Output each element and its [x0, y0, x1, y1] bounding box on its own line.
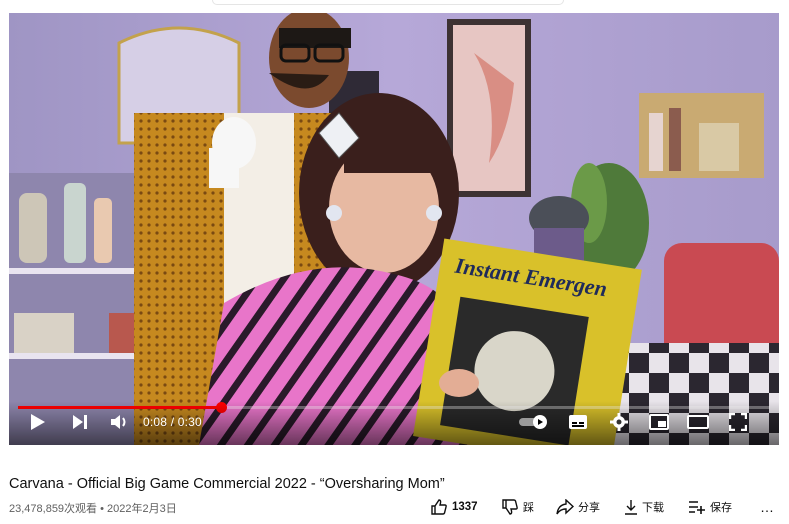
autoplay-toggle[interactable]	[517, 409, 549, 435]
thumbs-down-icon	[502, 499, 518, 515]
next-icon	[73, 415, 87, 429]
theater-mode-button[interactable]	[685, 409, 711, 435]
time-display: 0:08 / 0:30	[143, 415, 202, 429]
theater-mode-icon	[687, 415, 709, 429]
play-button[interactable]	[25, 409, 51, 435]
autoplay-toggle-icon	[519, 415, 547, 429]
like-count: 1337	[452, 501, 478, 513]
fullscreen-icon	[729, 413, 747, 431]
subtitles-button[interactable]	[565, 409, 591, 435]
video-frame[interactable]: Instant Emergen	[9, 13, 779, 445]
video-actions: 1337 踩 分享 下载 保存 …	[0, 497, 789, 517]
dislike-button[interactable]: 踩	[501, 497, 534, 517]
save-button[interactable]: 保存	[688, 497, 732, 517]
play-icon	[31, 414, 45, 430]
dislike-label: 踩	[523, 502, 534, 514]
like-button[interactable]: 1337	[430, 497, 478, 517]
share-button[interactable]: 分享	[556, 497, 600, 517]
download-icon	[625, 500, 637, 515]
settings-button[interactable]	[606, 409, 632, 435]
thumbs-up-icon	[431, 499, 447, 515]
share-label: 分享	[578, 502, 600, 514]
next-button[interactable]	[67, 409, 93, 435]
miniplayer-icon	[649, 414, 669, 430]
settings-gear-icon	[610, 413, 628, 431]
volume-button[interactable]	[107, 409, 133, 435]
subtitles-icon	[569, 415, 587, 429]
video-player[interactable]: Instant Emergen 0:08 / 0:30	[9, 13, 779, 445]
more-icon: …	[760, 499, 775, 515]
top-strip	[0, 0, 789, 12]
more-actions-button[interactable]: …	[760, 497, 775, 517]
miniplayer-button[interactable]	[646, 409, 672, 435]
video-title: Carvana - Official Big Game Commercial 2…	[9, 475, 445, 492]
search-bar-edge	[212, 0, 564, 5]
save-label: 保存	[710, 502, 732, 514]
volume-icon	[111, 415, 126, 429]
download-label: 下载	[642, 502, 664, 514]
download-button[interactable]: 下载	[624, 497, 664, 517]
player-controls: 0:08 / 0:30	[9, 401, 779, 445]
share-icon	[556, 499, 574, 515]
fullscreen-button[interactable]	[725, 409, 751, 435]
save-playlist-icon	[689, 501, 705, 514]
